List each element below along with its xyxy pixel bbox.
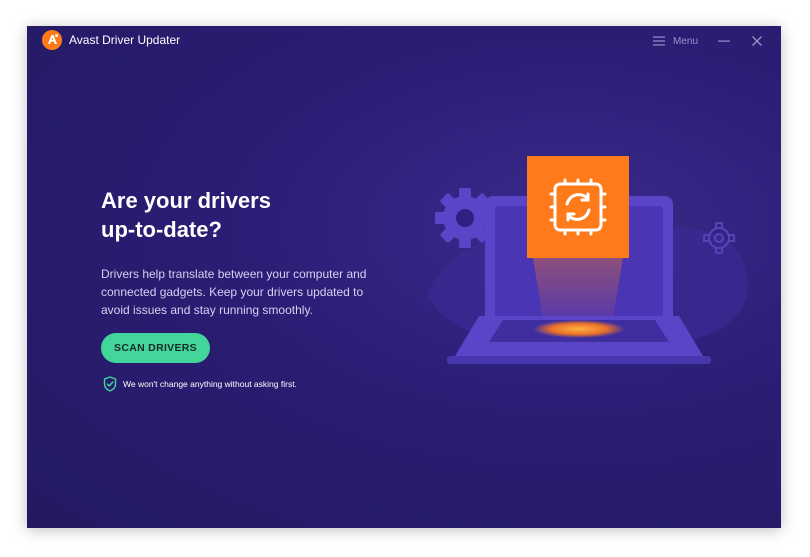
headline-line: Are your drivers [101,188,271,213]
description: Drivers help translate between your comp… [101,265,401,319]
minimize-icon [718,40,730,42]
menu-button[interactable]: Menu [653,32,698,50]
description-line: Drivers help translate between your comp… [101,267,367,281]
headline-line: up-to-date? [101,217,222,242]
minimize-button[interactable] [715,32,733,50]
description-line: avoid issues and stay running smoothly. [101,303,313,317]
glow-ring [533,320,625,338]
page-headline: Are your drivers up-to-date? [101,186,361,244]
shield-check-icon [103,376,117,392]
avast-logo [42,30,62,50]
scan-drivers-button[interactable]: SCAN DRIVERS [101,333,210,363]
app-title: Avast Driver Updater [69,33,181,47]
app-window: Avast Driver Updater Menu Are your drive… [27,26,781,528]
assurance-text: We won't change anything without asking … [123,379,297,389]
description-line: connected gadgets. Keep your drivers upd… [101,285,364,299]
assurance-note: We won't change anything without asking … [103,376,297,392]
hamburger-icon [653,36,665,46]
close-button[interactable] [748,32,766,50]
title-bar: Avast Driver Updater Menu [27,26,781,56]
close-icon [752,36,762,46]
driver-card [527,156,629,258]
laptop-illustration [427,156,748,374]
menu-label: Menu [673,35,699,47]
